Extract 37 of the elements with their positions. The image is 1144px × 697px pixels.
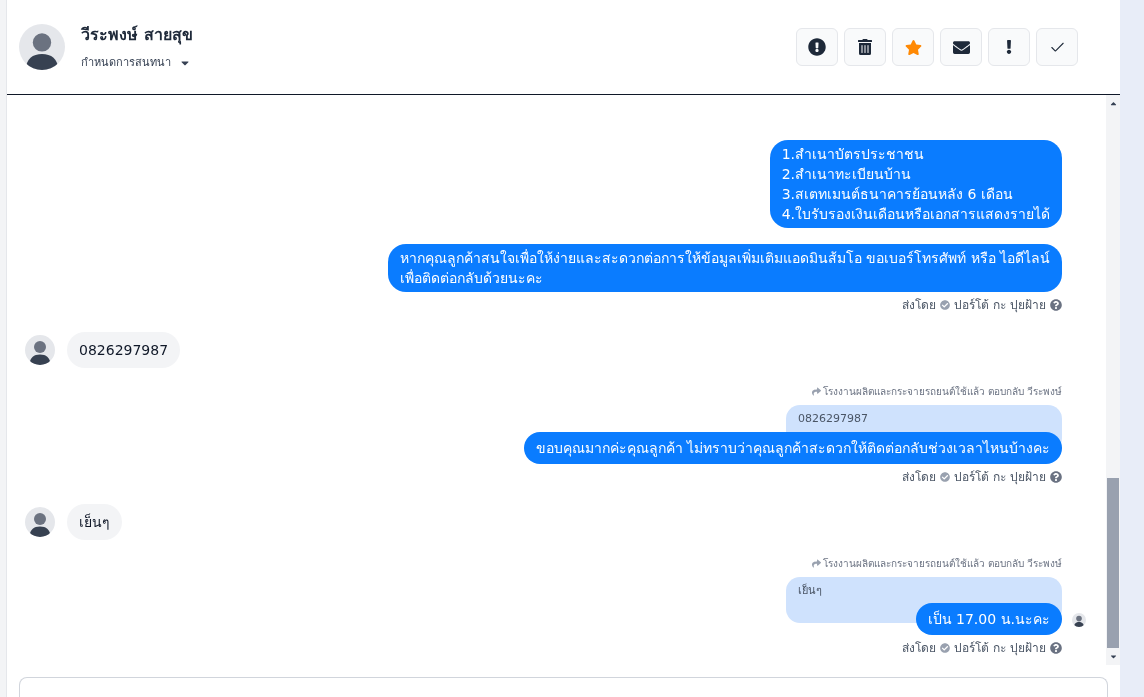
agent-name: ปอร์โต้ กะ ปุยฝ้าย	[954, 640, 1046, 657]
contact-avatar	[19, 24, 65, 70]
delete-button[interactable]	[844, 28, 886, 66]
star-icon	[904, 38, 922, 56]
outgoing-message: หากคุณลูกค้าสนใจเพื่อให้ง่ายและสะดวกต่อการให้ข้อมูลเพิ่มเติมแอดมินส้มโอ ขอเบอร์โทรศัพท์ หรือ ไอดีไลน์ เพื่อติดต่อกลับด้วยนะคะ	[387, 244, 1062, 292]
assign-conversation-dropdown[interactable]: กำหนดการสนทนา	[81, 54, 193, 72]
agent-name: ปอร์โต้ กะ ปุยฝ้าย	[954, 468, 1046, 486]
reply-arrow-icon	[811, 558, 821, 568]
scroll-down-icon	[1108, 652, 1118, 661]
important-button[interactable]	[988, 28, 1030, 66]
alert-icon	[808, 38, 826, 56]
contact-name: วีระพงษ์ สายสุข	[81, 23, 193, 47]
reply-arrow-icon	[811, 387, 821, 396]
help-icon	[1050, 299, 1062, 311]
customer-avatar	[25, 335, 55, 365]
incoming-message: เย็นๆ	[67, 503, 122, 540]
sent-by-label: ส่งโดย	[902, 468, 937, 486]
help-icon	[1050, 642, 1062, 654]
outgoing-message: เป็น 17.00 น.นะคะ	[915, 603, 1062, 635]
outgoing-message: ขอบคุณมากค่ะคุณลูกค้า ไม่ทราบว่าคุณลูกค้าสะดวกให้ติดต่อกลับช่วงเวลาไหนบ้างคะ	[523, 431, 1062, 464]
sent-by-label: ส่งโดย	[902, 297, 937, 314]
trash-icon	[857, 39, 873, 55]
scroll-up-icon	[1108, 99, 1118, 108]
incoming-message: 0826297987	[67, 332, 181, 368]
reply-note: โรงงานผลิตและกระจายรถยนต์ใช้แล้ว ตอบกลับ วีระพงษ์	[822, 385, 1062, 399]
outgoing-message: 1.สำเนาบัตรประชาชน 2.สำเนาทะเบียนบ้าน 3.สเตทเมนต์ธนาคารย้อนหลัง 6 เดือน 4.ใบรับรองเงินเดือนหรือเอกสารแสดงรายได้	[769, 140, 1062, 228]
agent-name: ปอร์โต้ กะ ปุยฝ้าย	[954, 297, 1046, 314]
reply-note: โรงงานผลิตและกระจายรถยนต์ใช้แล้ว ตอบกลับ วีระพงษ์	[822, 556, 1062, 571]
mail-button[interactable]	[940, 28, 982, 66]
star-button[interactable]	[892, 28, 934, 66]
scrollbar[interactable]	[1106, 95, 1120, 665]
customer-avatar	[25, 506, 55, 537]
sent-by-label: ส่งโดย	[902, 640, 937, 657]
envelope-icon	[952, 38, 970, 56]
seen-avatar	[1072, 613, 1086, 627]
report-button[interactable]	[796, 28, 838, 66]
help-icon	[1050, 470, 1062, 483]
